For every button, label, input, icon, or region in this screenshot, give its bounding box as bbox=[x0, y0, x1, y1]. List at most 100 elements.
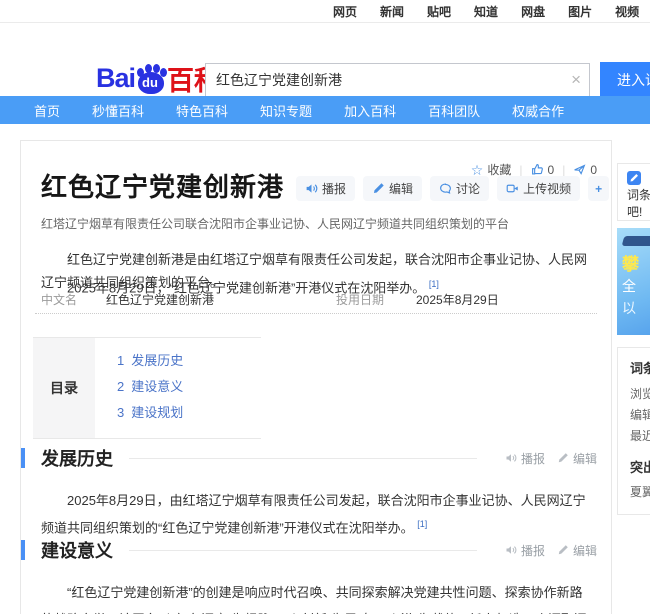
toc-item[interactable]: 1 发展历史 bbox=[117, 348, 261, 374]
upload-video-label: 上传视频 bbox=[523, 180, 571, 197]
infobox-label: 投用日期 bbox=[336, 291, 416, 308]
top-nav-links: 网页新闻贴吧知道网盘图片视频地图文库 bbox=[333, 3, 650, 20]
sidebar-edit-prompt[interactable]: 词条 吧! bbox=[617, 163, 650, 221]
dotted-divider bbox=[35, 313, 597, 314]
nav-tab[interactable]: 权威合作 bbox=[512, 101, 564, 120]
nav-tab[interactable]: 秒懂百科 bbox=[92, 101, 144, 120]
speaker-icon bbox=[505, 452, 517, 464]
section-paragraph: “红色辽宁党建创新港”的创建是响应时代召唤、共同探索解决党建共性问题、探索协作新… bbox=[41, 580, 591, 614]
entry-card: ☆ 收藏 | 0 | 0 红色辽宁党建创新港 播报 bbox=[20, 140, 612, 614]
stats-row: 编辑次数： bbox=[630, 405, 650, 426]
section-edit-button[interactable]: 编辑 bbox=[557, 542, 597, 559]
baidu-baike-logo[interactable]: Bai du 百科 bbox=[96, 59, 221, 98]
broadcast-button[interactable]: 播报 bbox=[296, 176, 355, 201]
reference-link[interactable]: [1] bbox=[429, 279, 439, 289]
title-buttons: 播报 编辑 讨论 上传视频 + bbox=[296, 176, 609, 201]
reference-link[interactable]: [1] bbox=[417, 519, 427, 529]
toc-item-label: 建设规划 bbox=[131, 405, 183, 420]
baidu-paw-icon: du bbox=[136, 64, 166, 94]
top-nav-link[interactable]: 图片 bbox=[568, 3, 592, 20]
title-row: 红色辽宁党建创新港 播报 编辑 讨论 上传视频 bbox=[41, 167, 609, 204]
sidebar-promo-banner[interactable]: 攀 全 以 bbox=[617, 228, 650, 335]
video-camera-icon bbox=[506, 182, 519, 195]
section-broadcast-button[interactable]: 播报 bbox=[505, 450, 545, 467]
toc-item[interactable]: 3 建设规划 bbox=[117, 400, 261, 426]
section-accent-bar bbox=[21, 540, 25, 560]
logo-du-text: du bbox=[142, 75, 158, 90]
section-edit-button[interactable]: 编辑 bbox=[557, 450, 597, 467]
table-of-contents: 目录 1 发展历史 2 建设意义 3 建设规划 bbox=[33, 337, 261, 439]
top-nav-link[interactable]: 知道 bbox=[474, 3, 498, 20]
section-divider-line bbox=[129, 550, 477, 551]
top-nav-link[interactable]: 视频 bbox=[615, 3, 639, 20]
infobox: 中文名红色辽宁党建创新港投用日期2025年8月29日 bbox=[41, 291, 591, 308]
logo-bai-text: Bai bbox=[96, 63, 135, 94]
infobox-value: 红色辽宁党建创新港 bbox=[106, 291, 214, 308]
stats-row: 最近更新： bbox=[630, 426, 650, 447]
top-nav: 网页新闻贴吧知道网盘图片视频地图文库 bbox=[0, 0, 650, 23]
speaker-icon bbox=[305, 182, 318, 195]
nav-tab[interactable]: 首页 bbox=[34, 101, 60, 120]
section-heading-row: 建设意义 播报 编辑 bbox=[21, 537, 597, 563]
nav-tab[interactable]: 知识专题 bbox=[260, 101, 312, 120]
edit-prompt-text: 吧! bbox=[627, 205, 642, 219]
top-nav-link[interactable]: 新闻 bbox=[380, 3, 404, 20]
upload-video-button[interactable]: 上传视频 bbox=[497, 176, 580, 201]
clear-search-icon[interactable]: × bbox=[571, 69, 581, 91]
entry-summary-line: 红塔辽宁烟草有限责任公司联合沈阳市企事业记协、人民网辽宁频道共同组织策划的平台 bbox=[41, 215, 591, 232]
pencil-icon bbox=[557, 544, 569, 556]
edit-button[interactable]: 编辑 bbox=[363, 176, 422, 201]
section-text: 2025年8月29日，由红塔辽宁烟草有限责任公司发起，联合沈阳市企事业记协、人民… bbox=[41, 493, 586, 535]
infobox-pair: 中文名红色辽宁党建创新港 bbox=[41, 291, 336, 308]
baike-page: 网页新闻贴吧知道网盘图片视频地图文库 Bai du 百科 × 进入词条 首页秒懂… bbox=[0, 0, 650, 614]
page-title: 红色辽宁党建创新港 bbox=[41, 167, 284, 204]
edit-pencil-icon bbox=[627, 171, 641, 185]
enter-entry-button[interactable]: 进入词条 bbox=[600, 62, 650, 98]
section-edit-label: 编辑 bbox=[573, 450, 597, 467]
section-heading-row: 发展历史 播报 编辑 bbox=[21, 445, 597, 471]
infobox-value: 2025年8月29日 bbox=[416, 291, 499, 308]
section-broadcast-label: 播报 bbox=[521, 542, 545, 559]
section-paragraph: 2025年8月29日，由红塔辽宁烟草有限责任公司发起，联合沈阳市企事业记协、人民… bbox=[41, 488, 591, 542]
top-nav-link[interactable]: 网盘 bbox=[521, 3, 545, 20]
discuss-label: 讨论 bbox=[456, 180, 480, 197]
contributor-name[interactable]: 夏翼 bbox=[630, 483, 650, 500]
nav-tab[interactable]: 特色百科 bbox=[176, 101, 228, 120]
chat-icon bbox=[439, 182, 452, 195]
infobox-pair: 投用日期2025年8月29日 bbox=[336, 291, 499, 308]
section-accent-bar bbox=[21, 448, 25, 468]
banner-text: 全 bbox=[622, 276, 636, 296]
broadcast-label: 播报 bbox=[322, 180, 346, 197]
toc-item-number: 2 bbox=[117, 379, 124, 394]
pencil-icon bbox=[557, 452, 569, 464]
nav-tab[interactable]: 加入百科 bbox=[344, 101, 396, 120]
search-input[interactable] bbox=[206, 64, 566, 96]
add-button[interactable]: + bbox=[588, 176, 609, 201]
top-nav-link[interactable]: 贴吧 bbox=[427, 3, 451, 20]
section-divider-line bbox=[129, 458, 477, 459]
section-broadcast-button[interactable]: 播报 bbox=[505, 542, 545, 559]
contribution-title: 突出贡献榜 bbox=[630, 457, 650, 476]
nav-tab[interactable]: 百科团队 bbox=[428, 101, 480, 120]
header: Bai du 百科 × 进入词条 bbox=[0, 23, 650, 95]
discuss-button[interactable]: 讨论 bbox=[430, 176, 489, 201]
toc-list: 1 发展历史 2 建设意义 3 建设规划 bbox=[95, 338, 261, 438]
toc-item-number: 3 bbox=[117, 405, 124, 420]
edit-prompt-text: 词条 bbox=[627, 188, 650, 202]
section-text: “红色辽宁党建创新港”的创建是响应时代召唤、共同探索解决党建共性问题、探索协作新… bbox=[41, 585, 587, 614]
toc-item-label: 发展历史 bbox=[131, 353, 183, 368]
banner-text: 攀 bbox=[622, 250, 639, 275]
toc-item-label: 建设意义 bbox=[131, 379, 183, 394]
sidebar-entry-stats: 词条统计 浏览次数：编辑次数：最近更新： 突出贡献榜 夏翼 bbox=[617, 347, 650, 515]
edit-label: 编辑 bbox=[389, 180, 413, 197]
stats-title: 词条统计 bbox=[630, 358, 650, 377]
plus-icon: + bbox=[595, 182, 602, 196]
toc-item-number: 1 bbox=[117, 353, 124, 368]
infobox-label: 中文名 bbox=[41, 291, 106, 308]
banner-decor bbox=[622, 236, 650, 246]
stats-rows: 浏览次数：编辑次数：最近更新： bbox=[630, 384, 650, 447]
toc-title: 目录 bbox=[33, 338, 95, 438]
banner-text: 以 bbox=[622, 298, 636, 318]
top-nav-link[interactable]: 网页 bbox=[333, 3, 357, 20]
toc-item[interactable]: 2 建设意义 bbox=[117, 374, 261, 400]
